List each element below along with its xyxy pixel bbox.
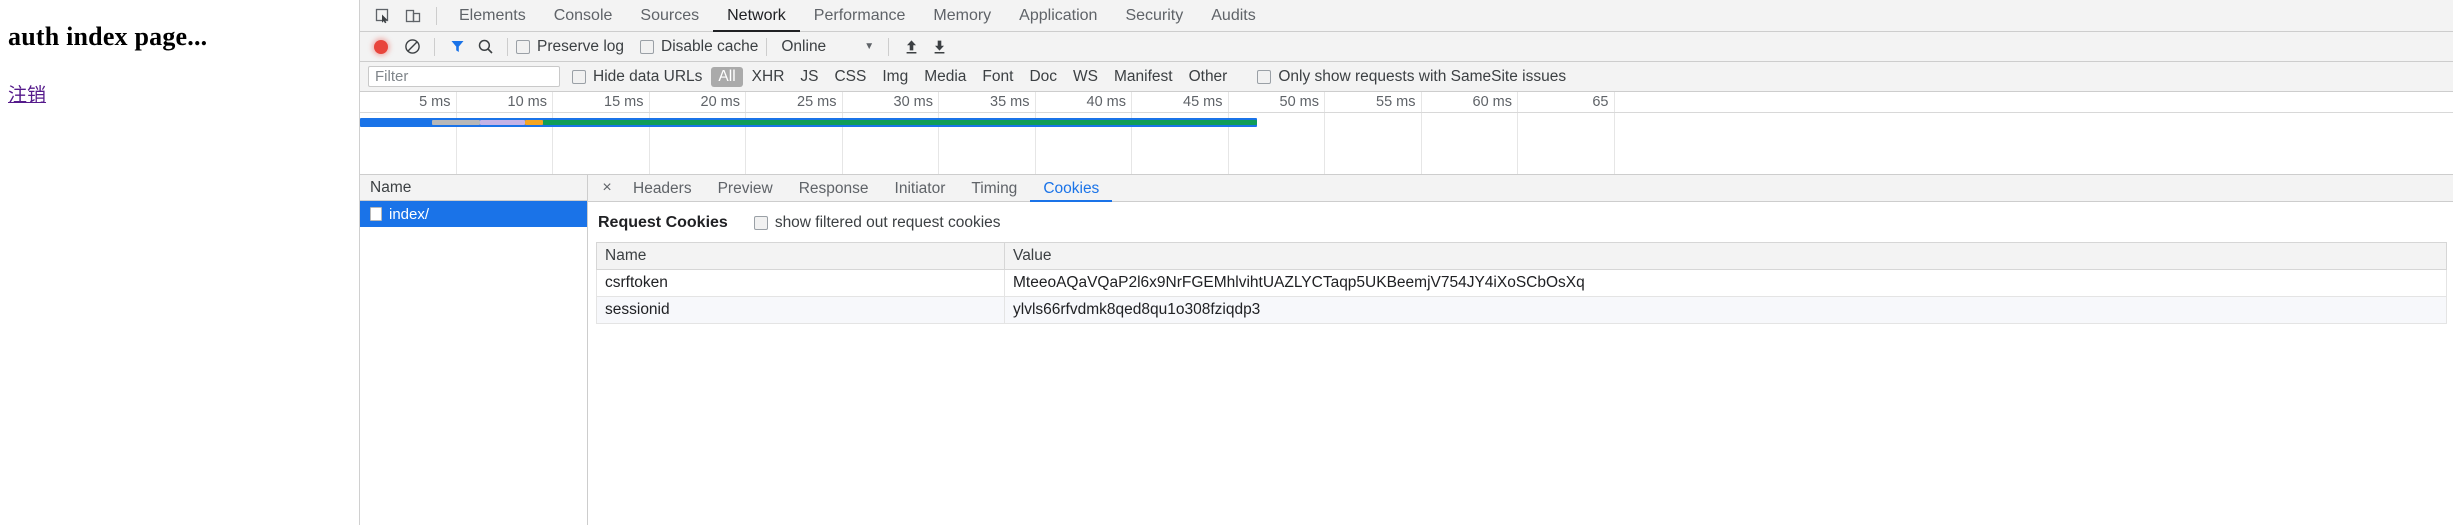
- request-detail-pane: × Headers Preview Response Initiator Tim…: [588, 175, 2453, 525]
- network-filter-toolbar: Hide data URLs All XHR JS CSS Img Media …: [360, 62, 2453, 92]
- devtools-panel: Elements Console Sources Network Perform…: [360, 0, 2453, 525]
- hide-data-urls-checkbox[interactable]: Hide data URLs: [572, 68, 702, 86]
- filter-type-xhr[interactable]: XHR: [745, 67, 792, 87]
- tab-sources[interactable]: Sources: [626, 0, 713, 32]
- request-bar-green: [543, 120, 1257, 125]
- tab-memory[interactable]: Memory: [919, 0, 1005, 32]
- detail-tab-preview[interactable]: Preview: [705, 175, 786, 202]
- import-har-icon[interactable]: [897, 35, 925, 59]
- cookies-col-name[interactable]: Name: [596, 242, 1005, 270]
- cookie-name: csrftoken: [596, 269, 1005, 297]
- detail-tab-headers[interactable]: Headers: [620, 175, 705, 202]
- filter-type-doc[interactable]: Doc: [1022, 67, 1064, 87]
- show-filtered-cookies-box[interactable]: [753, 216, 768, 230]
- ruler-baseline: [360, 112, 2453, 113]
- filter-type-media[interactable]: Media: [917, 67, 973, 87]
- table-row[interactable]: sessionid ylvls66rfvdmk8qed8qu1o308fziqd…: [596, 296, 2447, 324]
- request-cookies-title: Request Cookies: [598, 214, 728, 231]
- show-filtered-cookies-checkbox[interactable]: show filtered out request cookies: [753, 214, 1001, 232]
- filter-type-other[interactable]: Other: [1182, 67, 1235, 87]
- record-button-icon[interactable]: [374, 39, 388, 54]
- throttling-value: Online: [781, 37, 827, 55]
- filter-type-img[interactable]: Img: [875, 67, 915, 87]
- samesite-issues-checkbox[interactable]: Only show requests with SameSite issues: [1257, 68, 1566, 86]
- hide-data-urls-box[interactable]: [572, 69, 586, 84]
- hide-data-urls-label: Hide data URLs: [593, 67, 703, 85]
- web-page-content: auth index page... 注销: [0, 0, 360, 525]
- cookies-panel: Request Cookies show filtered out reques…: [588, 202, 2453, 525]
- request-bar-lavender: [480, 120, 525, 125]
- samesite-issues-label: Only show requests with SameSite issues: [1278, 67, 1567, 85]
- filter-input[interactable]: [368, 66, 560, 87]
- table-row[interactable]: csrftoken MteeoAQaVQaP2l6x9NrFGEMhlvihtU…: [596, 269, 2447, 297]
- tab-network[interactable]: Network: [713, 0, 800, 32]
- filter-type-manifest[interactable]: Manifest: [1107, 67, 1180, 87]
- show-filtered-cookies-label: show filtered out request cookies: [774, 214, 1001, 231]
- request-row-index[interactable]: index/: [360, 201, 587, 227]
- cookie-name: sessionid: [596, 296, 1005, 324]
- tab-security[interactable]: Security: [1111, 0, 1197, 32]
- tab-elements[interactable]: Elements: [445, 0, 540, 32]
- export-har-icon[interactable]: [925, 35, 953, 59]
- request-bar-grey: [432, 120, 480, 125]
- samesite-issues-box[interactable]: [1257, 69, 1272, 84]
- detail-tab-timing[interactable]: Timing: [958, 175, 1030, 202]
- controls-divider-3: [766, 37, 768, 56]
- document-icon: [370, 207, 382, 221]
- disable-cache-label: Disable cache: [661, 37, 759, 55]
- detail-tab-initiator[interactable]: Initiator: [882, 175, 959, 202]
- filter-type-all[interactable]: All: [711, 66, 743, 87]
- tab-application[interactable]: Application: [1005, 0, 1111, 32]
- tab-audits[interactable]: Audits: [1197, 0, 1269, 32]
- toolbar-divider: [436, 6, 437, 25]
- timeline-ruler: 5 ms 10 ms 15 ms 20 ms 25 ms 30 ms 35 ms 40 ms 4…: [360, 92, 2453, 174]
- filter-type-font[interactable]: Font: [975, 67, 1020, 87]
- close-icon[interactable]: ×: [594, 179, 620, 197]
- tab-console[interactable]: Console: [540, 0, 627, 32]
- cookie-value: MteeoAQaVQaP2l6x9NrFGEMhlvihtUAZLYCTaqp5…: [1004, 269, 2447, 297]
- cookies-table: Name Value csrftoken MteeoAQaVQaP2l6x9Nr…: [596, 242, 2447, 324]
- controls-divider-2: [507, 37, 508, 56]
- filter-type-css[interactable]: CSS: [827, 67, 873, 87]
- preserve-log-label: Preserve log: [537, 37, 625, 55]
- tab-performance[interactable]: Performance: [800, 0, 920, 32]
- detail-tabbar: × Headers Preview Response Initiator Tim…: [588, 175, 2453, 202]
- detail-tab-response[interactable]: Response: [786, 175, 882, 202]
- preserve-log-checkbox[interactable]: Preserve log: [516, 38, 624, 56]
- devtools-tabbar: Elements Console Sources Network Perform…: [360, 0, 2453, 32]
- disable-cache-box[interactable]: [640, 39, 655, 54]
- cookies-header-row: Request Cookies show filtered out reques…: [588, 202, 2453, 242]
- page-title: auth index page...: [8, 22, 208, 51]
- cookies-col-value[interactable]: Value: [1004, 242, 2447, 270]
- filter-type-ws[interactable]: WS: [1066, 67, 1105, 87]
- request-list-pane: Name index/: [360, 175, 588, 525]
- toggle-device-toolbar-icon[interactable]: [398, 3, 428, 29]
- filter-type-js[interactable]: JS: [793, 67, 825, 87]
- detail-tab-cookies[interactable]: Cookies: [1030, 175, 1112, 202]
- request-name: index/: [389, 205, 430, 223]
- network-timeline-overview[interactable]: 5 ms 10 ms 15 ms 20 ms 25 ms 30 ms 35 ms 40 ms 4…: [360, 92, 2453, 175]
- timeline-tick-label: 65: [1592, 94, 1609, 110]
- disable-cache-checkbox[interactable]: Disable cache: [640, 38, 758, 56]
- chevron-down-icon: ▼: [864, 41, 875, 52]
- network-controls-toolbar: Preserve log Disable cache Online ▼: [360, 32, 2453, 62]
- inspect-element-icon[interactable]: [368, 3, 398, 29]
- clear-icon[interactable]: [398, 35, 426, 59]
- network-throttling-select[interactable]: Online ▼: [775, 38, 880, 56]
- logout-link[interactable]: 注销: [8, 80, 46, 107]
- overview-request-bars: [360, 118, 2453, 140]
- filter-funnel-icon[interactable]: [443, 35, 471, 59]
- network-split-view: Name index/ × Headers Preview Response I…: [360, 175, 2453, 525]
- controls-divider-4: [888, 37, 890, 56]
- request-bar-orange: [525, 120, 543, 125]
- preserve-log-box[interactable]: [516, 39, 530, 54]
- cookies-table-header-row: Name Value: [596, 242, 2447, 270]
- search-icon[interactable]: [471, 35, 499, 59]
- controls-divider-1: [434, 37, 435, 56]
- cookie-value: ylvls66rfvdmk8qed8qu1o308fziqdp3: [1004, 296, 2447, 324]
- request-list-header[interactable]: Name: [360, 175, 587, 201]
